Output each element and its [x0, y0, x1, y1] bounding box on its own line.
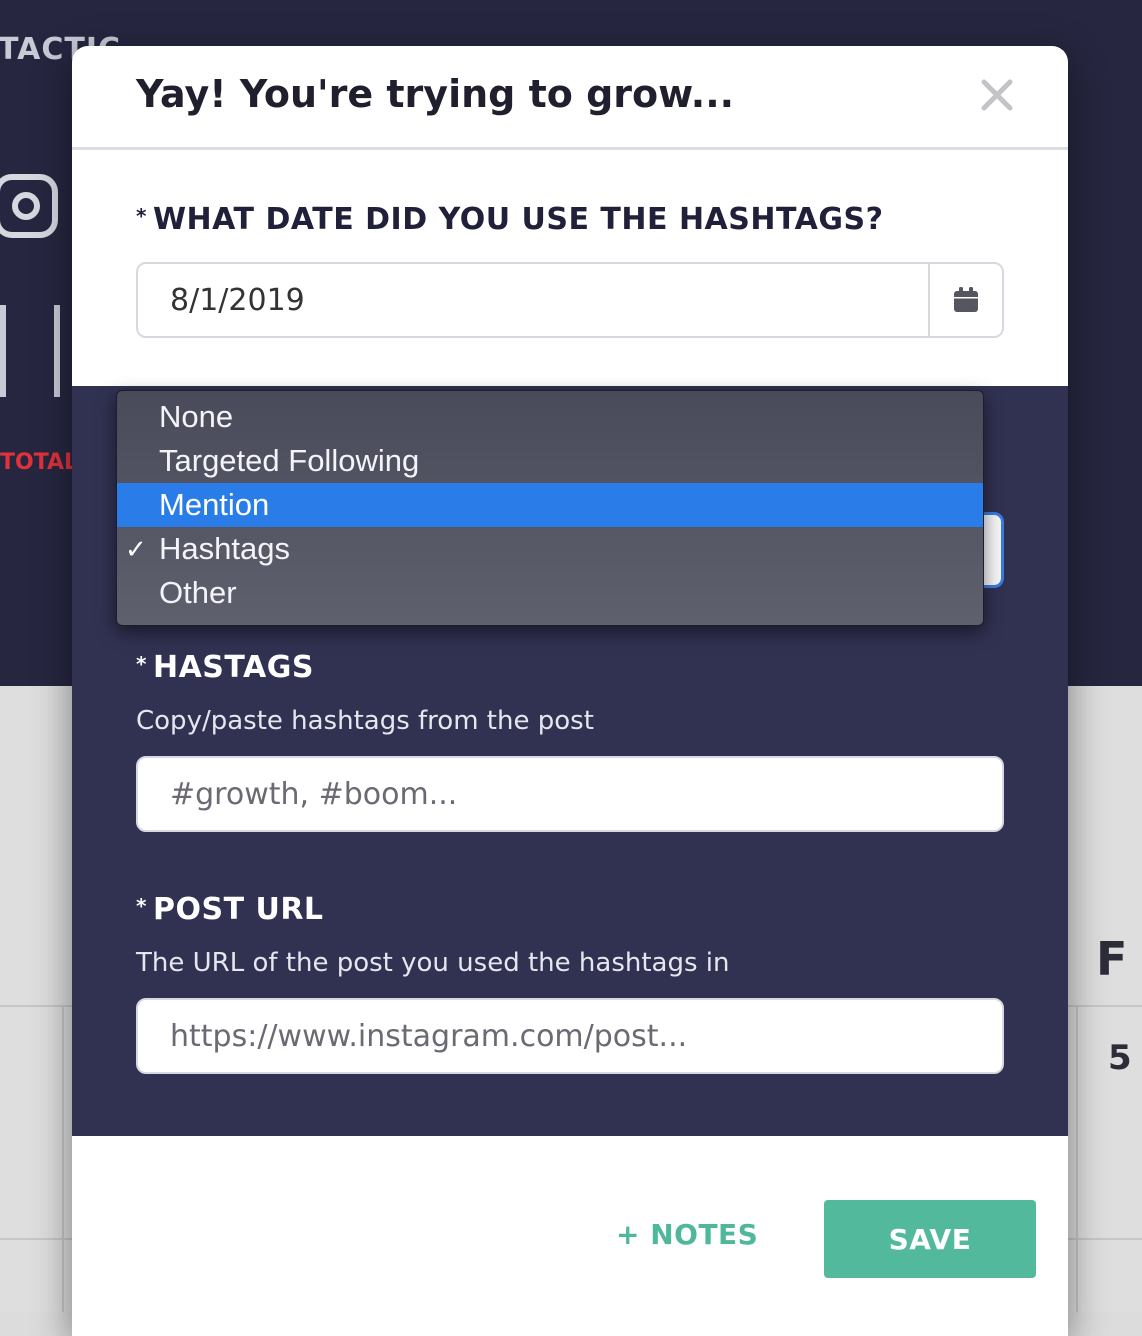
calendar-day-header: F	[1096, 932, 1128, 986]
background-total-label: TOTAL	[0, 450, 79, 475]
post-url-label-text: POST URL	[152, 892, 324, 927]
date-picker	[136, 262, 1004, 338]
calendar-date[interactable]: 5	[1108, 1038, 1132, 1078]
date-label-text: WHAT DATE DID YOU USE THE HASHTAGS?	[152, 202, 884, 237]
close-button[interactable]	[976, 74, 1018, 116]
instagram-icon	[0, 174, 58, 238]
required-mark: *	[136, 894, 147, 918]
calendar-icon	[954, 287, 978, 312]
add-notes-button[interactable]: + NOTES	[616, 1218, 758, 1251]
post-url-input[interactable]	[136, 998, 1004, 1074]
modal-header: Yay! You're trying to grow...	[72, 46, 1068, 150]
dropdown-option-other[interactable]: Other	[117, 571, 983, 615]
modal-title: Yay! You're trying to grow...	[136, 72, 735, 116]
background-big-number	[0, 305, 60, 397]
hashtags-field-label: * HASTAGS	[136, 650, 314, 685]
post-url-help-text: The URL of the post you used the hashtag…	[136, 948, 730, 978]
post-url-field-label: * POST URL	[136, 892, 324, 927]
hashtags-help-text: Copy/paste hashtags from the post	[136, 706, 594, 736]
dropdown-option-mention[interactable]: Mention	[117, 483, 983, 527]
dropdown-option-targeted-following[interactable]: Targeted Following	[117, 439, 983, 483]
option-label: None	[159, 399, 234, 434]
close-icon	[981, 79, 1013, 111]
checkmark-icon: ✓	[125, 534, 147, 564]
hashtags-label-text: HASTAGS	[152, 650, 314, 685]
option-label: Targeted Following	[159, 443, 420, 478]
tactic-dropdown-menu: None Targeted Following Mention ✓ Hashtag…	[116, 390, 984, 626]
hashtags-input[interactable]	[136, 756, 1004, 832]
option-label: Hashtags	[159, 531, 290, 566]
add-tactic-modal: Yay! You're trying to grow... * WHAT DATE…	[72, 46, 1068, 1336]
dropdown-option-hashtags[interactable]: ✓ Hashtags	[117, 527, 983, 571]
date-field-label: * WHAT DATE DID YOU USE THE HASHTAGS?	[136, 202, 883, 237]
option-label: Mention	[159, 487, 270, 522]
dropdown-option-none[interactable]: None	[117, 395, 983, 439]
calendar-divider	[62, 1005, 64, 1312]
calendar-divider	[1076, 1005, 1078, 1312]
date-input[interactable]	[138, 264, 930, 336]
required-mark: *	[136, 652, 147, 676]
calendar-button[interactable]	[928, 264, 1002, 336]
save-button[interactable]: SAVE	[824, 1200, 1036, 1278]
required-mark: *	[136, 204, 147, 228]
option-label: Other	[159, 575, 237, 610]
